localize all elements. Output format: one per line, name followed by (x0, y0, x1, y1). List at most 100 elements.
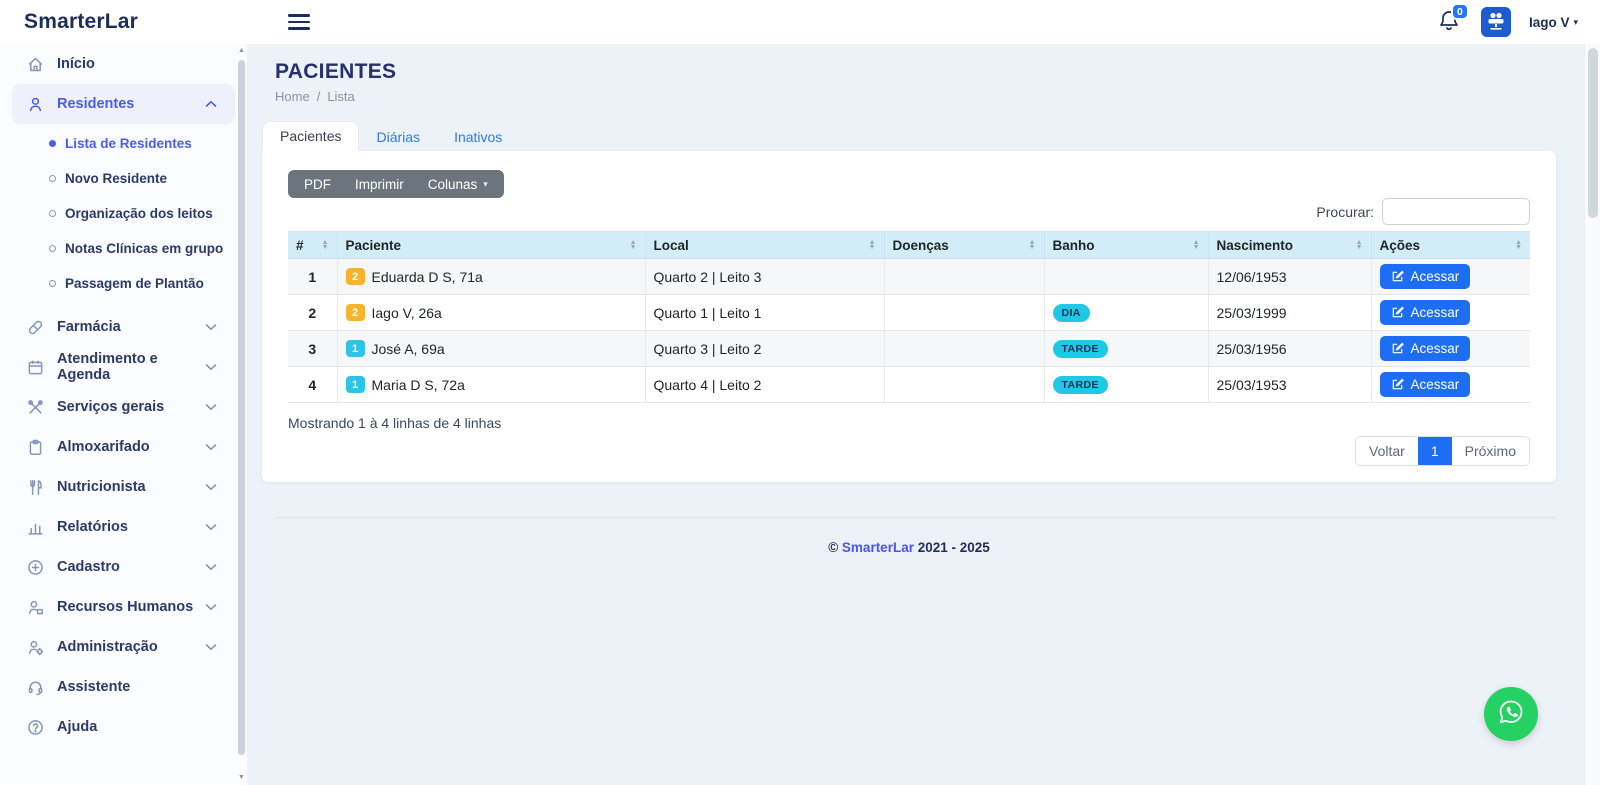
patients-table: #▲▼ Paciente▲▼ Local▲▼ Doenças▲▼ Banho▲▼… (288, 231, 1530, 403)
chevron-down-icon (205, 523, 217, 531)
sidebar-item-label: Atendimento e Agenda (57, 351, 205, 383)
bell-icon (1437, 20, 1461, 37)
row-number: 3 (288, 331, 337, 367)
user-avatar[interactable] (1481, 7, 1511, 37)
pagination-page-1[interactable]: 1 (1418, 437, 1452, 465)
sidebar-subitem-lista-de-residentes[interactable]: Lista de Residentes (0, 126, 247, 161)
chevron-down-icon (205, 643, 217, 651)
col-header-banho[interactable]: Banho▲▼ (1044, 232, 1208, 259)
col-header-acoes[interactable]: Ações▲▼ (1371, 232, 1530, 259)
sort-icon: ▲▼ (630, 240, 637, 250)
sidebar-item-label: Assistente (57, 679, 130, 695)
table-row: 2 2Iago V, 26a Quarto 1 | Leito 1 DIA 25… (288, 295, 1530, 331)
sidebar-item-ajuda[interactable]: Ajuda (0, 707, 247, 747)
sidebar-item-label: Serviços gerais (57, 399, 164, 415)
whatsapp-button[interactable] (1484, 687, 1538, 741)
sidebar-subitem-label: Notas Clínicas em grupo (65, 241, 223, 256)
col-header-num[interactable]: #▲▼ (288, 232, 337, 259)
footer-brand-link[interactable]: SmarterLar (842, 540, 914, 555)
alert-count-badge: 2 (346, 304, 365, 321)
scrollbar-thumb[interactable] (1588, 48, 1598, 218)
sidebar-subitem-novo-residente[interactable]: Novo Residente (0, 161, 247, 196)
col-header-nascimento[interactable]: Nascimento▲▼ (1208, 232, 1371, 259)
report-icon (26, 518, 44, 536)
sidebar-subitem-organizacao-dos-leitos[interactable]: Organização dos leitos (0, 196, 247, 231)
acessar-button[interactable]: Acessar (1380, 372, 1471, 397)
columns-dropdown-button[interactable]: Colunas ▾ (416, 177, 500, 192)
bullet-icon (49, 175, 56, 182)
sidebar-item-recursos-humanos[interactable]: Recursos Humanos (0, 587, 247, 627)
sidebar-item-residentes[interactable]: Residentes (12, 84, 235, 124)
scroll-down-icon[interactable]: ▼ (237, 773, 246, 783)
bullet-icon (49, 245, 56, 252)
tools-icon (26, 398, 44, 416)
sidebar: Início Residentes Lista de Residentes No… (0, 44, 247, 785)
tab-inativos[interactable]: Inativos (437, 123, 519, 151)
pagination: Voltar 1 Próximo (1355, 436, 1530, 466)
window-scrollbar[interactable] (1584, 44, 1600, 785)
app-logo[interactable]: SmarterLar (24, 10, 138, 34)
notifications-button[interactable]: 0 (1437, 9, 1463, 35)
chevron-down-icon (205, 483, 217, 491)
breadcrumb-home-link[interactable]: Home (275, 89, 310, 104)
scrollbar-thumb[interactable] (238, 60, 245, 755)
pdf-button[interactable]: PDF (292, 177, 343, 192)
sidebar-item-atendimento-e-agenda[interactable]: Atendimento e Agenda (0, 347, 247, 387)
sidebar-item-almoxarifado[interactable]: Almoxarifado (0, 427, 247, 467)
col-header-doencas[interactable]: Doenças▲▼ (884, 232, 1044, 259)
sidebar-item-label: Residentes (57, 96, 134, 112)
breadcrumb-current: Lista (327, 89, 354, 104)
home-icon (26, 55, 44, 73)
sidebar-subitem-notas-clinicas-em-grupo[interactable]: Notas Clínicas em grupo (0, 231, 247, 266)
hamburger-menu-icon[interactable] (288, 10, 312, 34)
sidebar-subitem-label: Organização dos leitos (65, 206, 213, 221)
sidebar-scrollbar[interactable]: ▲ ▼ (237, 46, 246, 783)
pagination-prev-button[interactable]: Voltar (1356, 437, 1418, 465)
sidebar-item-label: Farmácia (57, 319, 121, 335)
sort-icon: ▲▼ (1515, 240, 1522, 250)
tab-diarias[interactable]: Diárias (359, 123, 437, 151)
footer-divider (275, 517, 1556, 518)
acessar-button[interactable]: Acessar (1380, 336, 1471, 361)
chevron-down-icon (205, 403, 217, 411)
columns-label: Colunas (428, 177, 478, 192)
col-header-local[interactable]: Local▲▼ (645, 232, 884, 259)
patient-local: Quarto 4 | Leito 2 (645, 367, 884, 403)
breadcrumb-separator: / (317, 89, 321, 104)
patient-doencas (884, 259, 1044, 295)
acessar-button[interactable]: Acessar (1380, 264, 1471, 289)
sidebar-item-label: Administração (57, 639, 158, 655)
patient-name: José A, 69a (372, 341, 445, 357)
alert-count-badge: 1 (346, 376, 365, 393)
scroll-up-icon[interactable]: ▲ (237, 46, 246, 56)
edit-icon (1391, 306, 1404, 319)
sidebar-item-administracao[interactable]: Administração (0, 627, 247, 667)
user-menu[interactable]: Iago V ▾ (1529, 15, 1578, 30)
sidebar-item-relatorios[interactable]: Relatórios (0, 507, 247, 547)
edit-icon (1391, 342, 1404, 355)
sidebar-subitem-passagem-de-plantao[interactable]: Passagem de Plantão (0, 266, 247, 301)
search-input[interactable] (1382, 198, 1530, 225)
acessar-button[interactable]: Acessar (1380, 300, 1471, 325)
question-icon (26, 718, 44, 736)
col-header-paciente[interactable]: Paciente▲▼ (337, 232, 645, 259)
sidebar-item-assistente[interactable]: Assistente (0, 667, 247, 707)
sidebar-item-inicio[interactable]: Início (0, 44, 247, 84)
sort-icon: ▲▼ (322, 240, 329, 250)
sidebar-item-servicos-gerais[interactable]: Serviços gerais (0, 387, 247, 427)
tab-pacientes[interactable]: Pacientes (262, 121, 359, 151)
pagination-next-button[interactable]: Próximo (1452, 437, 1529, 465)
banho-badge: DIA (1053, 304, 1090, 322)
patients-card: PDF Imprimir Colunas ▾ Procurar: (262, 151, 1556, 482)
page-title: PACIENTES (275, 60, 1556, 84)
headset-icon (26, 678, 44, 696)
sidebar-item-nutricionista[interactable]: Nutricionista (0, 467, 247, 507)
utensils-icon (26, 478, 44, 496)
person-icon (26, 95, 44, 113)
sidebar-item-cadastro[interactable]: Cadastro (0, 547, 247, 587)
print-button[interactable]: Imprimir (343, 177, 416, 192)
patient-local: Quarto 1 | Leito 1 (645, 295, 884, 331)
sidebar-item-farmacia[interactable]: Farmácia (0, 307, 247, 347)
bullet-icon (49, 140, 56, 147)
chevron-down-icon (205, 603, 217, 611)
